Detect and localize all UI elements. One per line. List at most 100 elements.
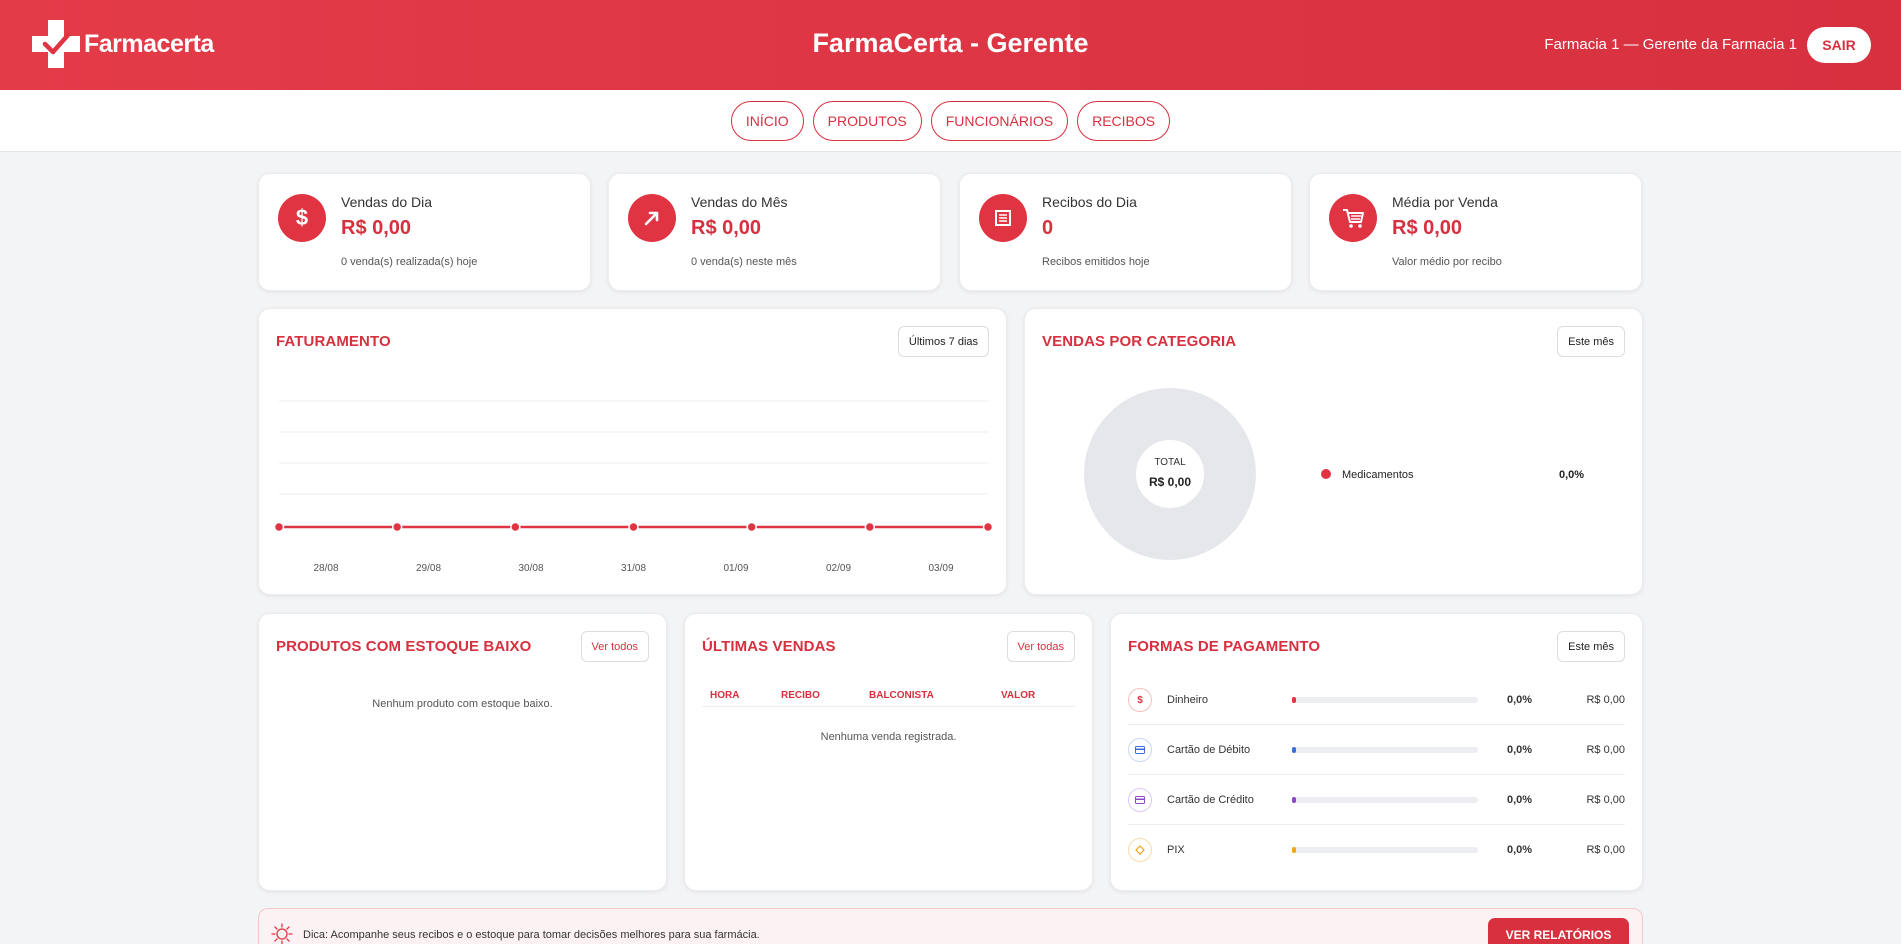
stat-subtext: 0 venda(s) realizada(s) hoje bbox=[341, 256, 478, 268]
progress-fill bbox=[1292, 747, 1296, 753]
x-tick-label: 02/09 bbox=[826, 563, 851, 574]
section-title: PRODUTOS COM ESTOQUE BAIXO bbox=[276, 638, 532, 655]
payment-row-dinheiro: $ Dinheiro 0,0% R$ 0,00 bbox=[1128, 675, 1625, 725]
payment-row-debito: Cartão de Débito 0,0% R$ 0,00 bbox=[1128, 725, 1625, 775]
legend-marker bbox=[1321, 469, 1331, 479]
empty-state-message: Nenhum produto com estoque baixo. bbox=[372, 698, 553, 710]
x-tick-label: 30/08 bbox=[518, 563, 543, 574]
progress-fill bbox=[1292, 847, 1296, 853]
payment-row-pix: PIX 0,0% R$ 0,00 bbox=[1128, 825, 1625, 875]
table-header-valor: VALOR bbox=[1001, 690, 1036, 701]
stat-card-monthly-sales: Vendas do Mês R$ 0,00 0 venda(s) neste m… bbox=[608, 173, 941, 291]
view-all-button[interactable]: Ver todas bbox=[1006, 631, 1075, 662]
stat-label: Vendas do Mês bbox=[691, 194, 788, 210]
x-tick-label: 03/09 bbox=[928, 563, 953, 574]
stat-label: Recibos do Dia bbox=[1042, 194, 1137, 210]
table-header-hora: HORA bbox=[710, 690, 740, 701]
table-header-balconista: BALCONISTA bbox=[869, 690, 934, 701]
stat-subtext: Recibos emitidos hoje bbox=[1042, 256, 1150, 268]
debit-card-icon bbox=[1128, 738, 1152, 762]
nav-item-funcionarios[interactable]: FUNCIONÁRIOS bbox=[930, 100, 1069, 141]
stat-value: 0 bbox=[1042, 217, 1054, 239]
donut-center-value: R$ 0,00 bbox=[1148, 475, 1192, 489]
payment-name: PIX bbox=[1167, 844, 1185, 856]
revenue-panel: FATURAMENTO Últimos 7 dias 28/08 29/08 30/… bbox=[258, 308, 1007, 595]
data-point bbox=[273, 521, 285, 533]
data-point bbox=[510, 521, 521, 533]
progress-track bbox=[1292, 747, 1478, 753]
data-point bbox=[864, 521, 876, 533]
payment-name: Dinheiro bbox=[1167, 694, 1208, 706]
stat-card-daily-sales: $ Vendas do Dia R$ 0,00 0 venda(s) reali… bbox=[258, 173, 591, 291]
tip-text: Dica: Acompanhe seus recibos e o estoque… bbox=[303, 929, 760, 941]
data-point bbox=[391, 521, 403, 533]
nav-item-produtos[interactable]: PRODUTOS bbox=[812, 100, 922, 141]
stat-subtext: Valor médio por recibo bbox=[1392, 256, 1502, 268]
dollar-icon: $ bbox=[278, 194, 326, 242]
revenue-line-chart: 28/08 29/08 30/08 31/08 01/09 02/09 03/09 bbox=[273, 400, 994, 574]
stat-value: R$ 0,00 bbox=[341, 217, 412, 239]
payment-percent: 0,0% bbox=[1507, 694, 1533, 706]
payment-percent: 0,0% bbox=[1507, 844, 1533, 856]
progress-track bbox=[1292, 697, 1478, 703]
payment-name: Cartão de Crédito bbox=[1167, 794, 1254, 806]
legend-label: Medicamentos bbox=[1342, 469, 1414, 481]
nav-item-inicio[interactable]: INÍCIO bbox=[730, 100, 804, 141]
donut-center-label: TOTAL bbox=[1154, 457, 1186, 468]
stat-label: Vendas do Dia bbox=[341, 194, 433, 210]
period-filter-button[interactable]: Este mês bbox=[1557, 631, 1625, 662]
view-reports-button[interactable]: VER RELATÓRIOS bbox=[1488, 918, 1629, 944]
progress-fill bbox=[1292, 797, 1296, 803]
logout-button[interactable]: SAIR bbox=[1807, 27, 1871, 63]
x-tick-label: 31/08 bbox=[621, 563, 646, 574]
payment-amount: R$ 0,00 bbox=[1586, 844, 1625, 856]
cart-icon bbox=[1329, 194, 1377, 242]
payment-methods-panel: FORMAS DE PAGAMENTO Este mês $ Dinheiro … bbox=[1110, 613, 1643, 891]
sun-icon bbox=[271, 923, 293, 944]
payment-amount: R$ 0,00 bbox=[1586, 744, 1625, 756]
data-point bbox=[982, 521, 994, 533]
stat-value: R$ 0,00 bbox=[1392, 217, 1463, 239]
donut-ring bbox=[1084, 388, 1256, 560]
nav-item-recibos[interactable]: RECIBOS bbox=[1077, 100, 1171, 141]
payment-amount: R$ 0,00 bbox=[1586, 794, 1625, 806]
dollar-icon: $ bbox=[1128, 688, 1152, 712]
tip-banner: Dica: Acompanhe seus recibos e o estoque… bbox=[258, 908, 1643, 944]
section-title: FORMAS DE PAGAMENTO bbox=[1128, 638, 1321, 655]
main-nav: INÍCIO PRODUTOS FUNCIONÁRIOS RECIBOS bbox=[0, 90, 1901, 152]
stat-value: R$ 0,00 bbox=[691, 217, 762, 239]
stat-card-daily-receipts: Recibos do Dia 0 Recibos emitidos hoje bbox=[959, 173, 1292, 291]
category-sales-panel: VENDAS POR CATEGORIA Este mês TOTAL R$ 0… bbox=[1024, 308, 1643, 595]
trend-up-icon bbox=[628, 194, 676, 242]
data-point bbox=[628, 521, 639, 533]
pix-icon bbox=[1128, 838, 1152, 862]
empty-state-message: Nenhuma venda registrada. bbox=[820, 731, 957, 743]
x-tick-label: 28/08 bbox=[313, 563, 338, 574]
x-tick-label: 29/08 bbox=[416, 563, 441, 574]
progress-track bbox=[1292, 797, 1478, 803]
low-stock-panel: PRODUTOS COM ESTOQUE BAIXO Ver todos Nen… bbox=[258, 613, 667, 891]
recent-sales-panel: ÚLTIMAS VENDAS Ver todas HORA RECIBO BAL… bbox=[684, 613, 1093, 891]
stat-label: Média por Venda bbox=[1392, 194, 1498, 210]
top-header: Farmacerta FarmaCerta - Gerente Farmacia… bbox=[0, 0, 1901, 90]
table-header-recibo: RECIBO bbox=[781, 690, 820, 701]
payment-name: Cartão de Débito bbox=[1167, 744, 1251, 756]
x-tick-label: 01/09 bbox=[723, 563, 748, 574]
category-donut-chart bbox=[1084, 388, 1256, 560]
payment-amount: R$ 0,00 bbox=[1586, 694, 1625, 706]
table-divider bbox=[702, 706, 1075, 707]
stat-card-average-sale: Média por Venda R$ 0,00 Valor médio por … bbox=[1309, 173, 1642, 291]
progress-track bbox=[1292, 847, 1478, 853]
section-title: ÚLTIMAS VENDAS bbox=[702, 638, 836, 655]
stat-subtext: 0 venda(s) neste mês bbox=[691, 256, 797, 268]
user-info: Farmacia 1 — Gerente da Farmacia 1 bbox=[1544, 36, 1797, 53]
progress-fill bbox=[1292, 697, 1296, 703]
credit-card-icon bbox=[1128, 788, 1152, 812]
view-all-button[interactable]: Ver todos bbox=[580, 631, 649, 662]
payment-percent: 0,0% bbox=[1507, 794, 1533, 806]
payment-row-credito: Cartão de Crédito 0,0% R$ 0,00 bbox=[1128, 775, 1625, 825]
legend-percent: 0,0% bbox=[1559, 469, 1585, 481]
receipt-icon bbox=[979, 194, 1027, 242]
payment-percent: 0,0% bbox=[1507, 744, 1533, 756]
data-point bbox=[746, 521, 757, 533]
